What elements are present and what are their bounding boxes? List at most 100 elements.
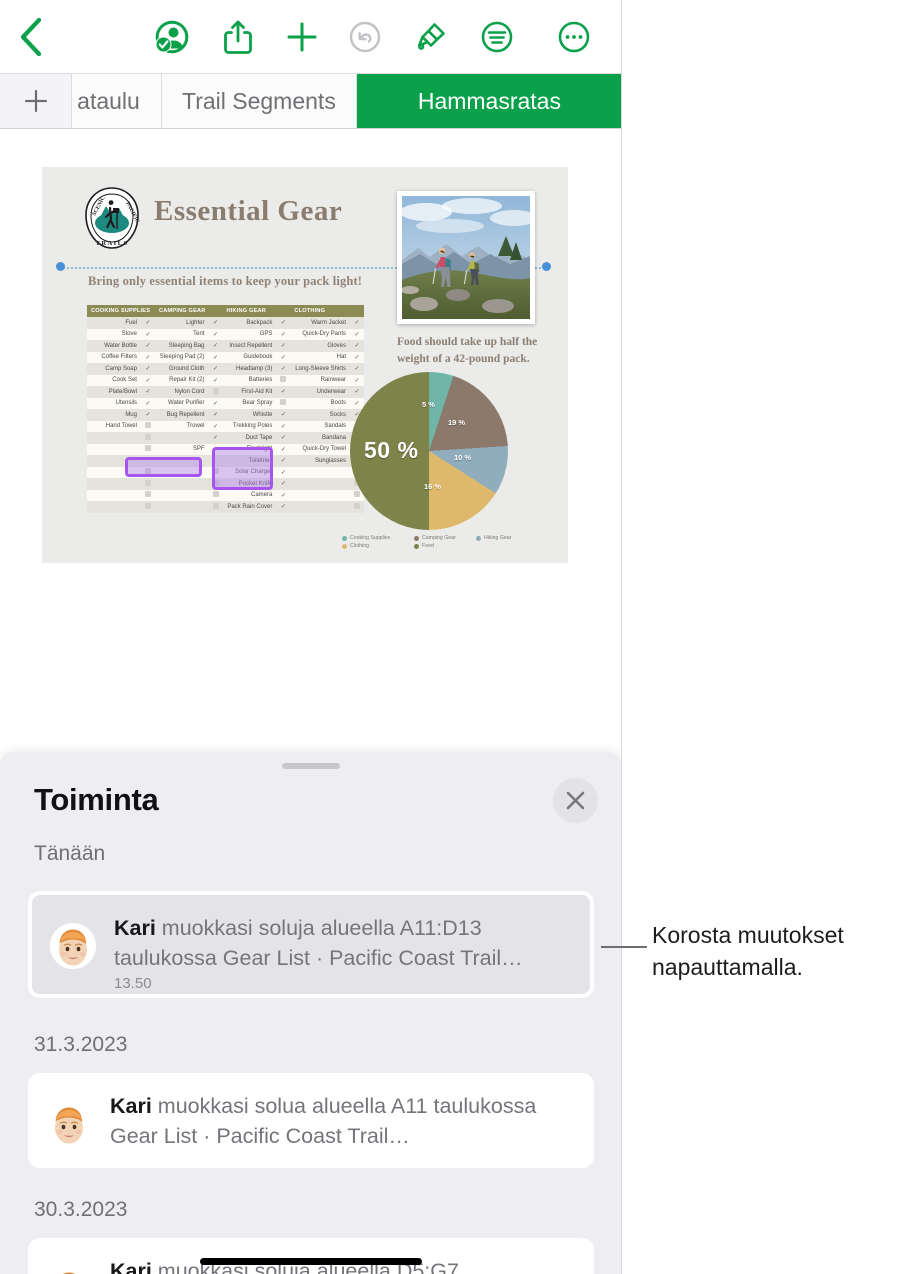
- gear-cell-clothing[interactable]: Gloves: [290, 340, 350, 352]
- gear-check-camping[interactable]: [209, 386, 223, 398]
- gear-check-hiking[interactable]: ✓: [276, 432, 290, 444]
- gear-cell-camping[interactable]: Tent: [155, 329, 209, 341]
- gear-check-cooking[interactable]: [141, 490, 155, 502]
- gear-cell-hiking[interactable]: Batteries: [223, 375, 277, 387]
- gear-check-cooking[interactable]: ✓: [141, 375, 155, 387]
- gear-cell-camping[interactable]: Ground Cloth: [155, 363, 209, 375]
- gear-table-row[interactable]: Pocket Knife ✓: [87, 478, 364, 490]
- gear-cell-camping[interactable]: [155, 432, 209, 444]
- gear-check-camping[interactable]: ✓: [209, 363, 223, 375]
- gear-table-row[interactable]: Fuel ✓ Lighter ✓ Backpack ✓ Warm Jacket ✓: [87, 317, 364, 329]
- more-icon[interactable]: [551, 14, 597, 60]
- gear-table-row[interactable]: ✓Duct Tape✓Bandana✓: [87, 432, 364, 444]
- gear-cell-cooking[interactable]: [87, 501, 141, 513]
- gear-check-hiking[interactable]: ✓: [276, 409, 290, 421]
- sheet-page[interactable]: TRAILS SCENIC PACIFIC Essential Gear Bri…: [42, 167, 568, 563]
- gear-check-hiking[interactable]: ✓: [276, 421, 290, 433]
- gear-check-cooking[interactable]: [141, 432, 155, 444]
- organize-icon[interactable]: [474, 14, 520, 60]
- gear-table-row[interactable]: Cook Set ✓ Repair Kit (2) ✓ Batteries Rainwea…: [87, 374, 364, 387]
- activity-entry[interactable]: Kari muokkasi soluja alueella D5:G7: [28, 1238, 594, 1274]
- gear-table-row[interactable]: Stove ✓ Tent ✓ GPS ✓ Quick-Dry Pants ✓: [87, 328, 364, 341]
- gear-check-camping[interactable]: ✓: [209, 432, 223, 444]
- gear-cell-hiking[interactable]: Insect Repellent: [223, 340, 277, 352]
- gear-table-row[interactable]: Coffee Filters ✓ Sleeping Pad (2) ✓ Guideboo…: [87, 351, 364, 364]
- gear-check-hiking[interactable]: ✓: [276, 386, 290, 398]
- gear-check-camping[interactable]: ✓: [209, 375, 223, 387]
- gear-check-hiking[interactable]: ✓: [276, 352, 290, 364]
- gear-check-cooking[interactable]: [141, 421, 155, 433]
- gear-cell-camping[interactable]: Bug Repellent: [155, 409, 209, 421]
- gear-check-camping[interactable]: ✓: [209, 317, 223, 329]
- gear-check-camping[interactable]: ✓: [209, 352, 223, 364]
- gear-cell-camping[interactable]: [155, 501, 209, 513]
- gear-cell-hiking[interactable]: GPS: [223, 329, 277, 341]
- gear-check-hiking[interactable]: ✓: [276, 467, 290, 479]
- gear-cell-cooking[interactable]: Coffee Filters: [87, 352, 141, 364]
- gear-table-row[interactable]: Utensils ✓ Water Purifier ✓ Bear Spray Boots ✓: [87, 397, 364, 410]
- gear-cell-cooking[interactable]: Cook Set: [87, 375, 141, 387]
- gear-cell-hiking[interactable]: Duct Tape: [223, 432, 277, 444]
- gear-table-row[interactable]: Plate/Bowl ✓ Nylon Cord First-Aid Kit ✓ Under…: [87, 386, 364, 398]
- gear-check-camping[interactable]: [209, 467, 223, 479]
- gear-cell-cooking[interactable]: Hand Towel: [87, 421, 141, 433]
- gear-cell-cooking[interactable]: Plate/Bowl: [87, 386, 141, 398]
- gear-check-camping[interactable]: ✓: [209, 398, 223, 410]
- gear-check-camping[interactable]: ✓: [209, 340, 223, 352]
- gear-cell-camping[interactable]: Nylon Cord: [155, 386, 209, 398]
- activity-entry[interactable]: Kari muokkasi solua alueella A11 tauluko…: [28, 1073, 594, 1168]
- gear-check-hiking[interactable]: ✓: [276, 317, 290, 329]
- collaborate-icon[interactable]: [149, 14, 195, 60]
- sheet-tab-trail-segments[interactable]: Trail Segments: [162, 74, 357, 128]
- gear-cell-clothing[interactable]: Warm Jacket: [290, 317, 350, 329]
- gear-cell-hiking[interactable]: Pack Rain Cover: [223, 501, 277, 513]
- gear-cell-hiking[interactable]: Bear Spray: [223, 398, 277, 410]
- sheet-tab-ataulu[interactable]: ataulu: [72, 74, 162, 128]
- gear-check-cooking[interactable]: ✓: [141, 386, 155, 398]
- gear-check-cooking[interactable]: [141, 478, 155, 490]
- gear-check-cooking[interactable]: ✓: [141, 363, 155, 375]
- activity-entry[interactable]: Kari muokkasi soluja alueella A11:D13 ta…: [28, 891, 594, 998]
- undo-icon[interactable]: [342, 14, 388, 60]
- gear-check-hiking[interactable]: [276, 398, 290, 410]
- insert-icon[interactable]: [279, 14, 325, 60]
- document-canvas[interactable]: TRAILS SCENIC PACIFIC Essential Gear Bri…: [0, 130, 621, 750]
- gear-cell-hiking[interactable]: Whistle: [223, 409, 277, 421]
- gear-cell-hiking[interactable]: Trekking Poles: [223, 421, 277, 433]
- gear-cell-camping[interactable]: [155, 478, 209, 490]
- gear-table-row[interactable]: Solar Charger ✓: [87, 466, 364, 479]
- sheet-tab-hammasratas[interactable]: Hammasratas: [356, 74, 621, 128]
- gear-cell-hiking[interactable]: Pocket Knife: [223, 478, 277, 490]
- gear-cell-hiking[interactable]: Camera: [223, 490, 277, 502]
- gear-cell-hiking[interactable]: Flashlight: [223, 444, 277, 456]
- gear-check-hiking[interactable]: ✓: [276, 455, 290, 467]
- gear-cell-cooking[interactable]: Camp Soap: [87, 363, 141, 375]
- gear-cell-cooking[interactable]: [87, 444, 141, 456]
- gear-cell-cooking[interactable]: Water Bottle: [87, 340, 141, 352]
- gear-check-cooking[interactable]: ✓: [141, 340, 155, 352]
- gear-cell-hiking[interactable]: Headlamp (3): [223, 363, 277, 375]
- gear-cell-hiking[interactable]: Backpack: [223, 317, 277, 329]
- gear-check-cooking[interactable]: ✓: [141, 329, 155, 341]
- gear-check-cooking[interactable]: [141, 455, 155, 467]
- gear-cell-camping[interactable]: Water Purifier: [155, 398, 209, 410]
- gear-check-cooking[interactable]: ✓: [141, 409, 155, 421]
- gear-check-camping[interactable]: [209, 490, 223, 502]
- gear-check-cooking[interactable]: [141, 501, 155, 513]
- gear-cell-cooking[interactable]: Mug: [87, 409, 141, 421]
- back-chevron-icon[interactable]: [8, 14, 54, 60]
- gear-cell-cooking[interactable]: Stove: [87, 329, 141, 341]
- gear-cell-cooking[interactable]: [87, 490, 141, 502]
- gear-weight-pie-chart[interactable]: 50 % 5 % 19 % 10 % 16 % Cooking Supplies…: [342, 372, 517, 557]
- gear-cell-cooking[interactable]: Fuel: [87, 317, 141, 329]
- gear-check-cooking[interactable]: ✓: [141, 317, 155, 329]
- gear-cell-hiking[interactable]: Solar Charger: [223, 467, 277, 479]
- add-sheet-button[interactable]: [0, 74, 72, 128]
- gear-cell-hiking[interactable]: Guidebook: [223, 352, 277, 364]
- gear-cell-camping[interactable]: SPF: [155, 444, 209, 456]
- gear-check-cooking[interactable]: [141, 444, 155, 456]
- gear-cell-camping[interactable]: Repair Kit (2): [155, 375, 209, 387]
- gear-check-camping[interactable]: ✓: [209, 444, 223, 456]
- gear-check-cooking[interactable]: ✓: [141, 352, 155, 364]
- gear-check-hiking[interactable]: ✓: [276, 340, 290, 352]
